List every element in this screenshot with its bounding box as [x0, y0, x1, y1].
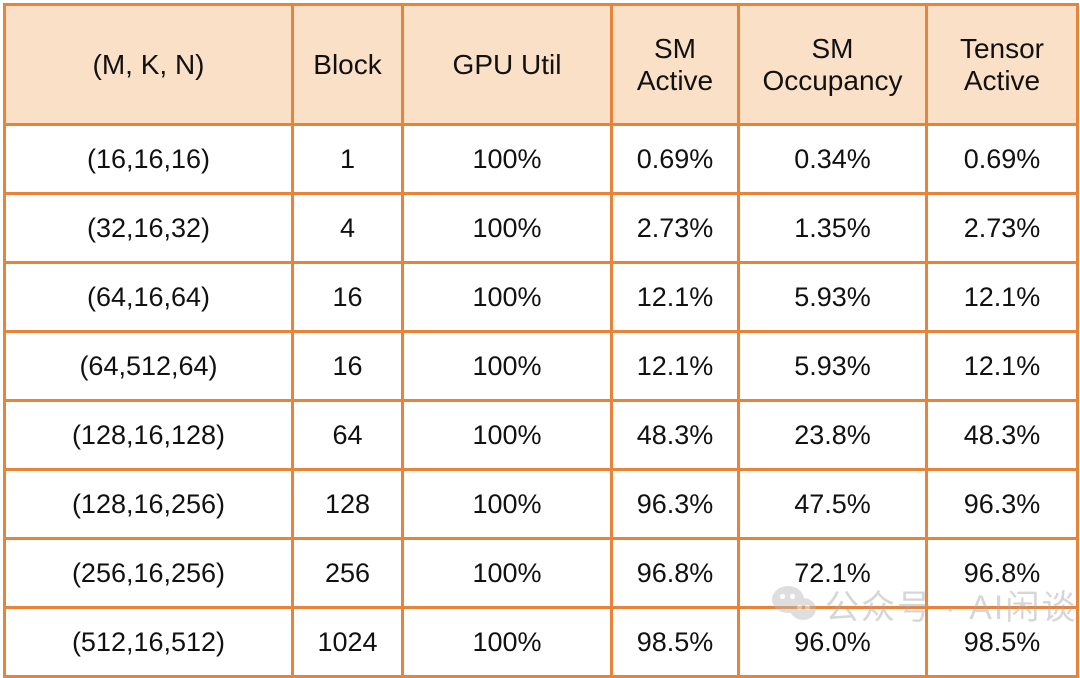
cell-mkn: (64,512,64): [3, 330, 294, 402]
column-header-sm_active: SM Active: [610, 3, 740, 126]
cell-sm_active: 48.3%: [610, 399, 740, 471]
cell-tensor_active: 98.5%: [925, 606, 1079, 678]
cell-mkn: (128,16,128): [3, 399, 294, 471]
cell-mkn: (32,16,32): [3, 192, 294, 264]
cell-sm_active: 2.73%: [610, 192, 740, 264]
cell-sm_occupancy: 72.1%: [737, 537, 928, 609]
cell-gpu: 100%: [401, 468, 613, 540]
table-header: (M, K, N) Block GPU Util SM Active SM Occupanc…: [3, 3, 1079, 126]
cell-mkn: (64,16,64): [3, 261, 294, 333]
cell-sm_active: 96.8%: [610, 537, 740, 609]
cell-mkn: (16,16,16): [3, 123, 294, 195]
cell-sm_active: 96.3%: [610, 468, 740, 540]
table-body: (16,16,16) 1 100% 0.69% 0.34% 0.69% (32,16,32)…: [3, 123, 1079, 678]
cell-sm_active: 98.5%: [610, 606, 740, 678]
cell-mkn: (512,16,512): [3, 606, 294, 678]
cell-tensor_active: 48.3%: [925, 399, 1079, 471]
table-row: (32,16,32) 4 100% 2.73% 1.35% 2.73%: [3, 192, 1079, 264]
table-container: (M, K, N) Block GPU Util SM Active SM Occupanc…: [0, 0, 1080, 678]
cell-sm_occupancy: 23.8%: [737, 399, 928, 471]
cell-tensor_active: 2.73%: [925, 192, 1079, 264]
cell-tensor_active: 12.1%: [925, 261, 1079, 333]
cell-sm_occupancy: 5.93%: [737, 330, 928, 402]
table-row: (128,16,256) 128 100% 96.3% 47.5% 96.3%: [3, 468, 1079, 540]
cell-block: 128: [291, 468, 404, 540]
cell-sm_active: 12.1%: [610, 261, 740, 333]
column-header-sm_occupancy-line-2: Occupancy: [762, 64, 903, 96]
column-header-sm_occupancy-line-1: SM: [811, 33, 854, 65]
cell-gpu: 100%: [401, 399, 613, 471]
column-header-block-line-1: Block: [313, 48, 382, 80]
column-header-block: Block: [291, 3, 404, 126]
table-row: (16,16,16) 1 100% 0.69% 0.34% 0.69%: [3, 123, 1079, 195]
column-header-tensor_active: Tensor Active: [925, 3, 1079, 126]
cell-mkn: (128,16,256): [3, 468, 294, 540]
cell-gpu: 100%: [401, 123, 613, 195]
cell-block: 64: [291, 399, 404, 471]
table-row: (128,16,128) 64 100% 48.3% 23.8% 48.3%: [3, 399, 1079, 471]
column-header-sm_active-line-2: Active: [636, 64, 714, 96]
cell-gpu: 100%: [401, 537, 613, 609]
cell-tensor_active: 96.3%: [925, 468, 1079, 540]
table-row: (64,512,64) 16 100% 12.1% 5.93% 12.1%: [3, 330, 1079, 402]
column-header-tensor_active-line-1: Tensor: [959, 33, 1045, 65]
column-header-sm_occupancy: SM Occupancy: [737, 3, 928, 126]
column-header-mkn: (M, K, N): [3, 3, 294, 126]
cell-mkn: (256,16,256): [3, 537, 294, 609]
cell-sm_occupancy: 5.93%: [737, 261, 928, 333]
cell-sm_occupancy: 47.5%: [737, 468, 928, 540]
cell-tensor_active: 0.69%: [925, 123, 1079, 195]
header-row: (M, K, N) Block GPU Util SM Active SM Occupanc…: [3, 3, 1079, 126]
cell-sm_active: 12.1%: [610, 330, 740, 402]
table-row: (256,16,256) 256 100% 96.8% 72.1% 96.8%: [3, 537, 1079, 609]
cell-block: 4: [291, 192, 404, 264]
cell-block: 16: [291, 330, 404, 402]
cell-gpu: 100%: [401, 192, 613, 264]
gpu-metrics-table: (M, K, N) Block GPU Util SM Active SM Occupanc…: [3, 3, 1079, 678]
cell-block: 256: [291, 537, 404, 609]
table-row: (64,16,64) 16 100% 12.1% 5.93% 12.1%: [3, 261, 1079, 333]
column-header-mkn-line-1: (M, K, N): [92, 48, 205, 80]
cell-sm_occupancy: 96.0%: [737, 606, 928, 678]
cell-gpu: 100%: [401, 261, 613, 333]
cell-block: 1: [291, 123, 404, 195]
cell-tensor_active: 12.1%: [925, 330, 1079, 402]
cell-block: 16: [291, 261, 404, 333]
cell-block: 1024: [291, 606, 404, 678]
column-header-tensor_active-line-2: Active: [963, 64, 1041, 96]
cell-gpu: 100%: [401, 606, 613, 678]
cell-sm_occupancy: 0.34%: [737, 123, 928, 195]
table-row: (512,16,512) 1024 100% 98.5% 96.0% 98.5%: [3, 606, 1079, 678]
cell-sm_active: 0.69%: [610, 123, 740, 195]
cell-gpu: 100%: [401, 330, 613, 402]
cell-sm_occupancy: 1.35%: [737, 192, 928, 264]
column-header-sm_active-line-1: SM: [654, 33, 696, 65]
cell-tensor_active: 96.8%: [925, 537, 1079, 609]
column-header-gpu-line-1: GPU Util: [452, 48, 562, 80]
column-header-gpu: GPU Util: [401, 3, 613, 126]
